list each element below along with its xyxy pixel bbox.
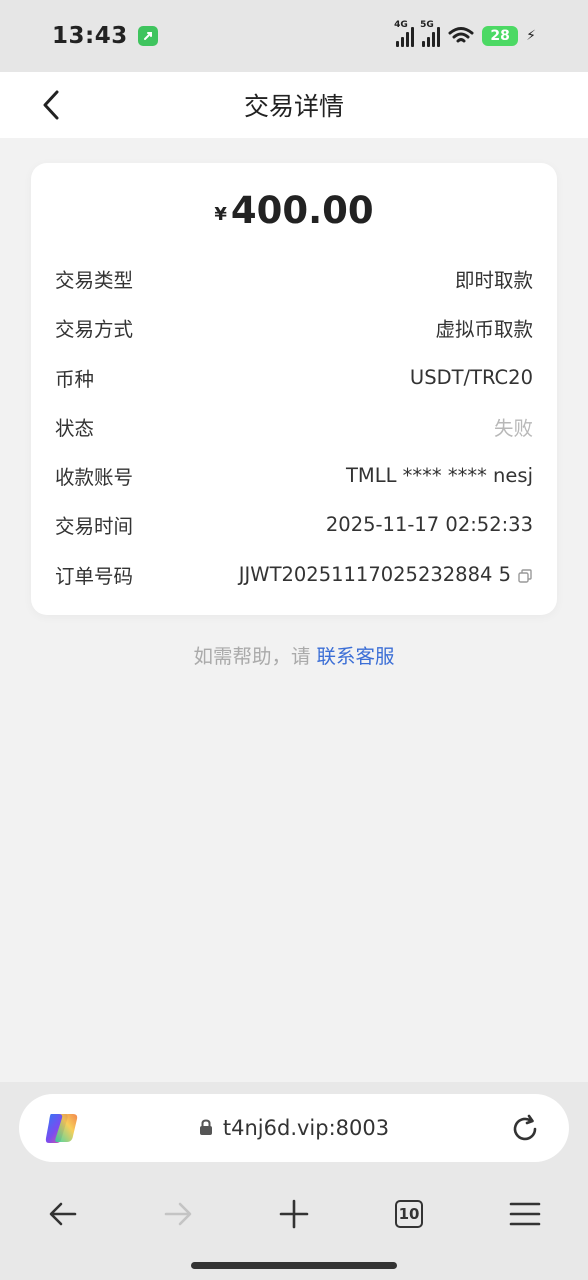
signal-icon: 5G bbox=[420, 20, 441, 47]
order-number: JJWT20251117025232884 5 bbox=[238, 562, 511, 586]
row-label: 交易时间 bbox=[55, 514, 134, 538]
detail-row-order: 订单号码 JJWT20251117025232884 5 bbox=[55, 559, 533, 589]
browser-forward-button[interactable] bbox=[158, 1192, 198, 1236]
detail-row-method: 交易方式 虚拟币取款 bbox=[55, 312, 533, 342]
forward-arrow-icon bbox=[164, 1202, 192, 1226]
url-text: t4nj6d.vip:8003 bbox=[222, 1116, 390, 1140]
amount-value: 400.00 bbox=[230, 189, 374, 232]
row-value: TMLL **** **** nesj bbox=[346, 463, 533, 487]
browser-back-button[interactable] bbox=[43, 1192, 83, 1236]
tabs-icon: 10 bbox=[395, 1200, 423, 1228]
copy-icon[interactable] bbox=[517, 566, 533, 583]
row-label: 收款账号 bbox=[55, 465, 134, 489]
detail-row-currency: 币种 USDT/TRC20 bbox=[55, 362, 533, 392]
browser-toolbar: t4nj6d.vip:8003 10 bbox=[0, 1082, 588, 1280]
reload-icon[interactable] bbox=[509, 1113, 541, 1145]
menu-icon bbox=[509, 1202, 541, 1226]
new-tab-button[interactable] bbox=[274, 1192, 314, 1236]
network-label-5g: 5G bbox=[420, 20, 434, 30]
detail-row-account: 收款账号 TMLL **** **** nesj bbox=[55, 460, 533, 490]
chevron-left-icon bbox=[43, 90, 59, 120]
row-label: 状态 bbox=[55, 416, 95, 440]
signal-icon: 4G bbox=[394, 20, 415, 47]
currency-symbol: ¥ bbox=[214, 204, 227, 225]
amount-display: ¥400.00 bbox=[31, 189, 557, 232]
transaction-card: ¥400.00 交易类型 即时取款 交易方式 虚拟币取款 币种 USDT/TRC… bbox=[31, 163, 557, 615]
help-line: 如需帮助，请 联系客服 bbox=[0, 640, 588, 669]
app-badge-icon bbox=[137, 26, 158, 46]
detail-row-status: 状态 失败 bbox=[55, 411, 533, 441]
row-value: 2025-11-17 02:52:33 bbox=[325, 512, 533, 536]
row-label: 交易类型 bbox=[55, 268, 134, 292]
status-value: 失败 bbox=[493, 416, 533, 440]
tabs-button[interactable]: 10 bbox=[389, 1192, 429, 1236]
status-left: 13:43 bbox=[52, 23, 158, 49]
detail-row-type: 交易类型 即时取款 bbox=[55, 263, 533, 293]
lock-icon bbox=[199, 1119, 212, 1135]
page-title: 交易详情 bbox=[243, 92, 344, 121]
detail-row-time: 交易时间 2025-11-17 02:52:33 bbox=[55, 509, 533, 539]
help-text: 如需帮助，请 bbox=[193, 645, 311, 668]
row-value: 即时取款 bbox=[454, 268, 533, 292]
contact-support-link[interactable]: 联系客服 bbox=[317, 645, 395, 668]
row-label: 币种 bbox=[55, 367, 95, 391]
menu-button[interactable] bbox=[505, 1192, 545, 1236]
row-label: 订单号码 bbox=[55, 564, 134, 588]
back-arrow-icon bbox=[49, 1202, 77, 1226]
network-label-4g: 4G bbox=[394, 20, 408, 30]
status-bar: 13:43 4G 5G 28 ⚡ bbox=[0, 0, 588, 72]
charging-icon: ⚡ bbox=[526, 28, 536, 44]
plus-icon bbox=[279, 1199, 309, 1229]
browser-bottom-nav: 10 bbox=[0, 1192, 588, 1242]
wifi-icon bbox=[448, 27, 474, 43]
status-time: 13:43 bbox=[52, 23, 128, 49]
nav-bar: 交易详情 bbox=[0, 72, 588, 138]
back-button[interactable] bbox=[36, 88, 66, 122]
row-value: USDT/TRC20 bbox=[409, 365, 533, 389]
row-label: 交易方式 bbox=[55, 317, 134, 341]
address-bar[interactable]: t4nj6d.vip:8003 bbox=[19, 1094, 569, 1162]
url-display[interactable]: t4nj6d.vip:8003 bbox=[19, 1116, 569, 1140]
row-value: 虚拟币取款 bbox=[435, 317, 533, 341]
status-right: 4G 5G 28 ⚡ bbox=[394, 20, 536, 47]
order-value: JJWT20251117025232884 5 bbox=[239, 563, 533, 586]
home-indicator bbox=[191, 1262, 397, 1269]
battery-icon: 28 bbox=[482, 26, 519, 46]
